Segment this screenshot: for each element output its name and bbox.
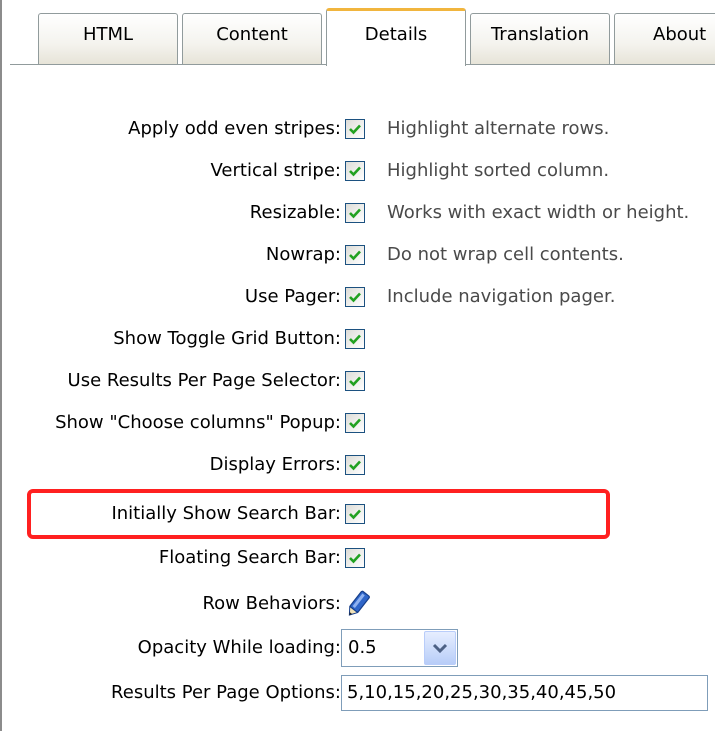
option-row-nowrap: Nowrap: Do not wrap cell contents. <box>0 238 715 272</box>
option-label: Show Toggle Grid Button: <box>113 328 341 349</box>
checkmark-icon <box>349 250 361 261</box>
checkmark-icon <box>349 124 361 135</box>
opacity-select[interactable]: 0.5 <box>341 629 458 667</box>
option-row-toggle-grid-button: Show Toggle Grid Button: <box>0 322 715 356</box>
option-description: Highlight alternate rows. <box>387 118 610 139</box>
checkmark-icon <box>349 553 361 564</box>
option-label: Use Results Per Page Selector: <box>67 370 341 391</box>
option-label: Initially Show Search Bar: <box>111 503 341 524</box>
option-description: Highlight sorted column. <box>387 160 610 181</box>
nowrap-checkbox[interactable] <box>345 245 365 265</box>
checkmark-icon <box>349 460 361 471</box>
results-per-page-selector-checkbox[interactable] <box>345 371 365 391</box>
option-row-results-per-page-selector: Use Results Per Page Selector: <box>0 364 715 398</box>
odd-even-stripes-checkbox[interactable] <box>345 119 365 139</box>
option-description: Include navigation pager. <box>387 286 616 307</box>
option-row-initially-show-search-bar: Initially Show Search Bar: <box>0 497 715 531</box>
option-row-vertical-stripe: Vertical stripe: Highlight sorted column… <box>0 154 715 188</box>
option-row-use-pager: Use Pager: Include navigation pager. <box>0 280 715 314</box>
checkmark-icon <box>349 376 361 387</box>
initially-show-search-bar-checkbox[interactable] <box>345 504 365 524</box>
chevron-down-icon <box>432 643 448 654</box>
dropdown-button[interactable] <box>424 631 456 665</box>
row-behaviors-label: Row Behaviors: <box>202 593 341 614</box>
opacity-label: Opacity While loading: <box>137 637 341 658</box>
resizable-checkbox[interactable] <box>345 203 365 223</box>
option-description: Works with exact width or height. <box>387 202 690 223</box>
option-row-floating-search-bar: Floating Search Bar: <box>0 541 715 575</box>
choose-columns-popup-checkbox[interactable] <box>345 413 365 433</box>
vertical-stripe-checkbox[interactable] <box>345 161 365 181</box>
option-label: Show "Choose columns" Popup: <box>55 412 341 433</box>
option-description: Do not wrap cell contents. <box>387 244 624 265</box>
checkmark-icon <box>349 292 361 303</box>
checkmark-icon <box>349 509 361 520</box>
edit-pencil-icon[interactable] <box>343 589 373 619</box>
checkmark-icon <box>349 334 361 345</box>
option-row-choose-columns-popup: Show "Choose columns" Popup: <box>0 406 715 440</box>
checkmark-icon <box>349 418 361 429</box>
floating-search-bar-checkbox[interactable] <box>345 548 365 568</box>
display-errors-checkbox[interactable] <box>345 455 365 475</box>
results-per-page-options-label: Results Per Page Options: <box>111 682 341 703</box>
option-row-resizable: Resizable: Works with exact width or hei… <box>0 196 715 230</box>
option-row-odd-even-stripes: Apply odd even stripes: Highlight altern… <box>0 112 715 146</box>
option-row-display-errors: Display Errors: <box>0 448 715 482</box>
row-behaviors-row: Row Behaviors: <box>0 587 715 621</box>
tab-translation[interactable]: Translation <box>470 13 610 64</box>
option-label: Nowrap: <box>265 244 341 265</box>
option-label: Resizable: <box>249 202 341 223</box>
option-label: Vertical stripe: <box>210 160 342 181</box>
tab-html[interactable]: HTML <box>38 13 178 64</box>
option-label: Display Errors: <box>209 454 341 475</box>
option-label: Floating Search Bar: <box>158 547 341 568</box>
option-label: Use Pager: <box>244 286 341 307</box>
checkmark-icon <box>349 208 361 219</box>
toggle-grid-button-checkbox[interactable] <box>345 329 365 349</box>
tab-details[interactable]: Details <box>326 8 466 66</box>
results-per-page-options-input[interactable]: 5,10,15,20,25,30,35,40,45,50 <box>341 675 708 711</box>
tab-about[interactable]: About <box>614 13 715 64</box>
use-pager-checkbox[interactable] <box>345 287 365 307</box>
tab-content[interactable]: Content <box>182 13 322 64</box>
opacity-select-value: 0.5 <box>348 637 377 658</box>
checkmark-icon <box>349 166 361 177</box>
option-label: Apply odd even stripes: <box>128 118 341 139</box>
